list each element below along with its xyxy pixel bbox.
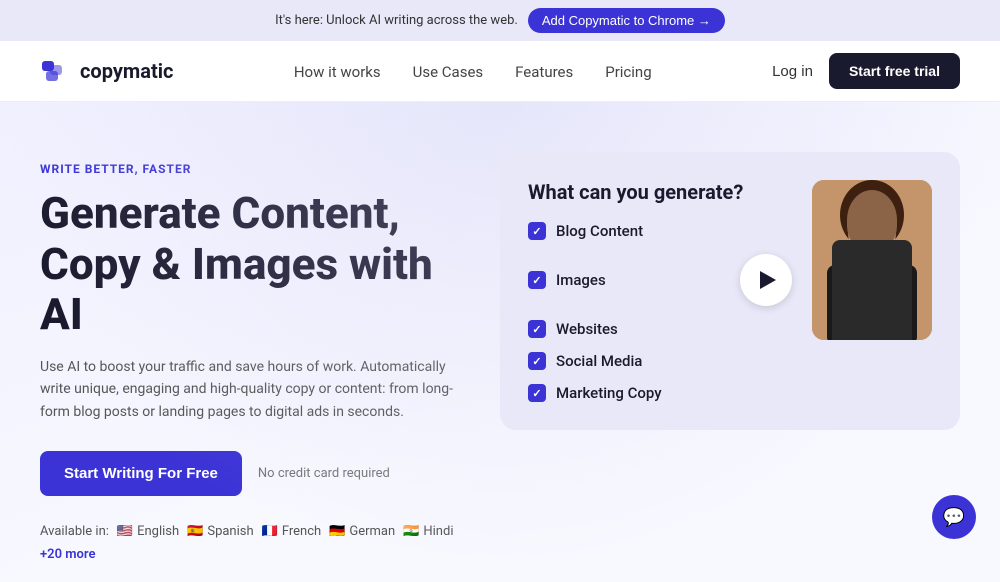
chat-icon: 💬 xyxy=(943,507,965,528)
hero-right: What can you generate? Blog Content Imag… xyxy=(500,152,960,430)
available-label: Available in: xyxy=(40,524,109,539)
check-list: Blog Content Images xyxy=(528,222,792,402)
lang-spanish-label: Spanish xyxy=(207,524,253,539)
login-button[interactable]: Log in xyxy=(772,63,813,80)
nav-links: How it works Use Cases Features Pricing xyxy=(294,62,652,81)
check-icon xyxy=(528,384,546,402)
list-item: Marketing Copy xyxy=(528,384,792,402)
generate-card: What can you generate? Blog Content Imag… xyxy=(500,152,960,430)
nav-use-cases[interactable]: Use Cases xyxy=(413,63,484,81)
list-item: Websites xyxy=(528,320,792,338)
lang-english-label: English xyxy=(137,524,179,539)
check-icon xyxy=(528,271,546,289)
card-content: What can you generate? Blog Content Imag… xyxy=(528,180,792,402)
check-icon xyxy=(528,222,546,240)
person-svg xyxy=(812,180,932,340)
logo[interactable]: copymatic xyxy=(40,55,173,87)
check-icon xyxy=(528,320,546,338)
logo-text: copymatic xyxy=(80,59,173,83)
person-image xyxy=(812,180,932,340)
card-title: What can you generate? xyxy=(528,180,792,204)
chrome-extension-button[interactable]: Add Copymatic to Chrome → xyxy=(528,8,725,33)
lang-french-label: French xyxy=(282,524,321,539)
hero-description: Use AI to boost your traffic and save ho… xyxy=(40,356,460,423)
lang-hindi: 🇮🇳 Hindi xyxy=(403,524,453,539)
no-credit-card-text: No credit card required xyxy=(258,466,390,481)
lang-german: 🇩🇪 German xyxy=(329,524,395,539)
lang-english: 🇺🇸 English xyxy=(117,524,179,539)
item-blog: Blog Content xyxy=(556,222,643,240)
nav-features[interactable]: Features xyxy=(515,63,573,81)
list-item: Blog Content xyxy=(528,222,792,240)
hero-title-line1: Generate Content, xyxy=(40,187,400,239)
nav-how-it-works[interactable]: How it works xyxy=(294,63,381,81)
navbar: copymatic How it works Use Cases Feature… xyxy=(0,41,1000,102)
hero-title: Generate Content, Copy & Images with AI xyxy=(40,188,460,340)
lang-german-label: German xyxy=(349,524,395,539)
hero-section: WRITE BETTER, FASTER Generate Content, C… xyxy=(0,102,1000,582)
play-button[interactable] xyxy=(740,254,792,306)
list-item: Images xyxy=(528,254,792,306)
lang-french: 🇫🇷 French xyxy=(262,524,322,539)
top-banner: It's here: Unlock AI writing across the … xyxy=(0,0,1000,41)
start-trial-button[interactable]: Start free trial xyxy=(829,53,960,89)
hero-left: WRITE BETTER, FASTER Generate Content, C… xyxy=(40,142,460,562)
lang-more[interactable]: +20 more xyxy=(40,547,95,562)
cta-row: Start Writing For Free No credit card re… xyxy=(40,451,460,496)
logo-icon xyxy=(40,55,72,87)
lang-spanish: 🇪🇸 Spanish xyxy=(187,524,254,539)
hero-title-line2: Copy & Images with AI xyxy=(40,238,433,341)
play-button-wrap xyxy=(740,254,792,306)
nav-pricing[interactable]: Pricing xyxy=(605,63,651,81)
item-websites: Websites xyxy=(556,320,618,338)
lang-hindi-label: Hindi xyxy=(423,524,453,539)
play-triangle-icon xyxy=(760,271,776,289)
item-images: Images xyxy=(556,271,606,289)
hero-tagline: WRITE BETTER, FASTER xyxy=(40,162,460,176)
check-icon xyxy=(528,352,546,370)
start-writing-button[interactable]: Start Writing For Free xyxy=(40,451,242,496)
chat-fab-button[interactable]: 💬 xyxy=(932,495,976,539)
nav-actions: Log in Start free trial xyxy=(772,53,960,89)
banner-text: It's here: Unlock AI writing across the … xyxy=(275,13,518,28)
item-marketing: Marketing Copy xyxy=(556,384,662,402)
item-social: Social Media xyxy=(556,352,642,370)
available-in: Available in: 🇺🇸 English 🇪🇸 Spanish 🇫🇷 F… xyxy=(40,524,460,562)
list-item: Social Media xyxy=(528,352,792,370)
